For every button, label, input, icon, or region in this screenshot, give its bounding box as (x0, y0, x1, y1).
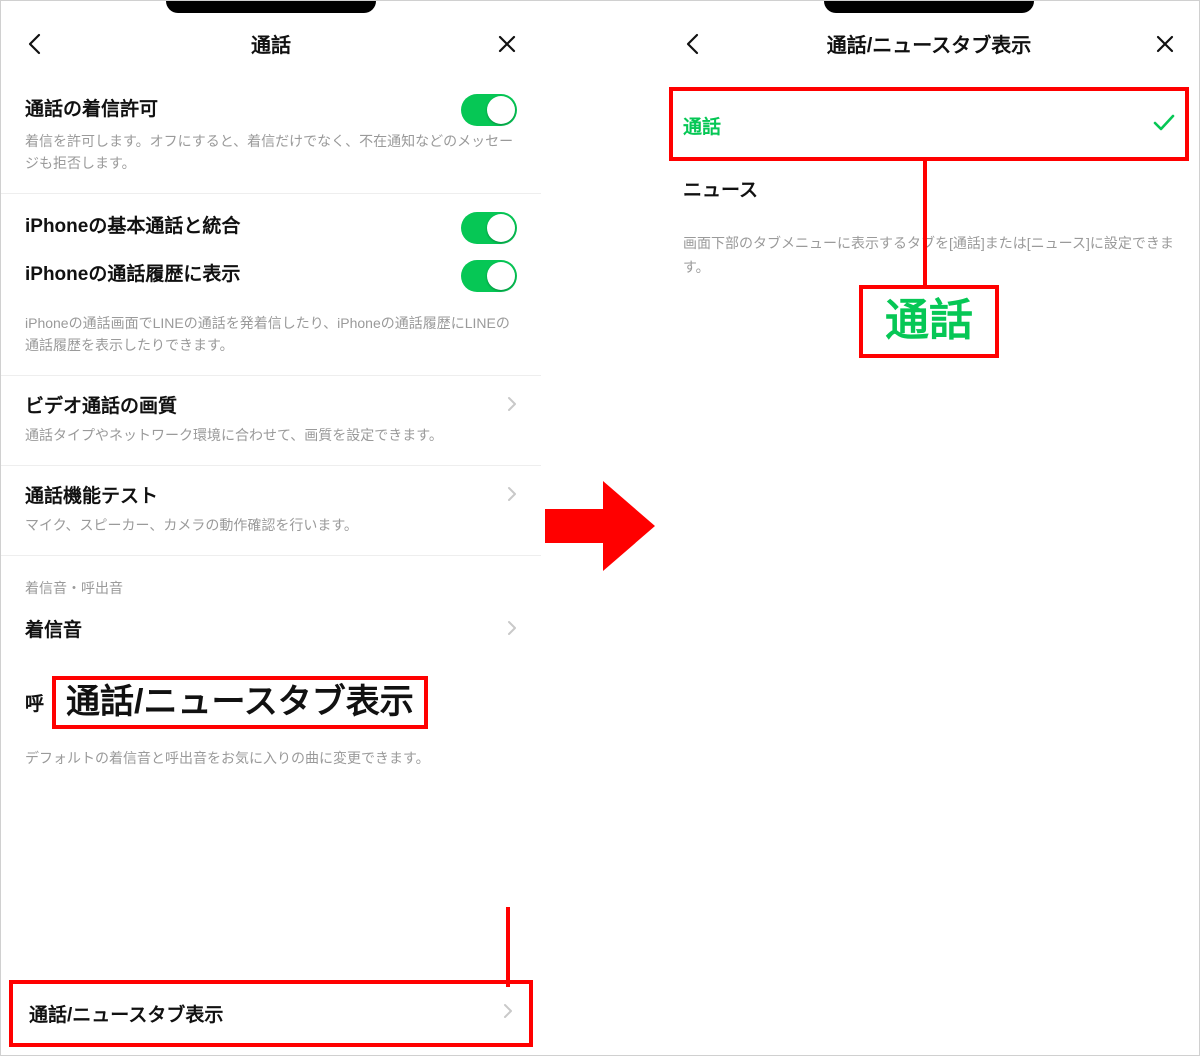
close-icon (1155, 34, 1175, 54)
notch (824, 1, 1034, 13)
section-incoming: 通話の着信許可 着信を許可します。オフにすると、着信だけでなく、不在通知などのメ… (1, 76, 541, 194)
section-test: 通話機能テスト マイク、スピーカー、カメラの動作確認を行います。 (1, 466, 541, 556)
row-history: iPhoneの通話履歴に表示 (25, 248, 517, 296)
annotation-box-label: 通話/ニュースタブ表示 (52, 676, 428, 729)
row-label: iPhoneの通話履歴に表示 (25, 262, 240, 289)
section-iphone: iPhoneの基本通話と統合 iPhoneの通話履歴に表示 iPhoneの通話画… (1, 194, 541, 376)
toggle-knob (487, 262, 515, 290)
row-subtext: デフォルトの着信音と呼出音をお気に入りの曲に変更できます。 (25, 747, 517, 839)
row-subtext: 通話タイプやネットワーク環境に合わせて、画質を設定できます。 (25, 424, 517, 464)
row-label: 通話/ニュースタブ表示 (29, 1000, 223, 1027)
chevron-right-icon (503, 1003, 513, 1024)
toggle-knob (487, 214, 515, 242)
page-title: 通話 (49, 29, 493, 58)
row-subtext: マイク、スピーカー、カメラの動作確認を行います。 (25, 514, 517, 554)
notch (166, 1, 376, 13)
status-bar (1, 1, 541, 15)
annotation-box-selected: 通話 (859, 285, 999, 358)
option-row-call[interactable]: 通話 (659, 94, 1199, 157)
section-ringtone: 着信音 (1, 600, 541, 663)
row-label: ビデオ通話の画質 (25, 394, 177, 421)
annotation-connector-line (923, 161, 927, 289)
row-call-news-tab-highlight[interactable]: 通話/ニュースタブ表示 (9, 980, 533, 1047)
close-icon (497, 34, 517, 54)
toggle-knob (487, 96, 515, 124)
chevron-left-icon (684, 33, 702, 55)
close-button[interactable] (493, 30, 521, 58)
row-integrate: iPhoneの基本通話と統合 (25, 194, 517, 248)
row-incoming-allow: 通話の着信許可 (25, 76, 517, 130)
header-bar: 通話/ニュースタブ表示 (659, 15, 1199, 76)
close-button[interactable] (1151, 30, 1179, 58)
toggle-incoming[interactable] (461, 94, 517, 126)
row-video-quality[interactable]: ビデオ通話の画質 (25, 376, 517, 425)
row-ringtone[interactable]: 着信音 (25, 600, 517, 663)
transition-arrow (541, 471, 661, 581)
row-label: 通話の着信許可 (25, 97, 158, 124)
back-button[interactable] (679, 30, 707, 58)
left-phone-screen: 通話 通話の着信許可 着信を許可します。オフにすると、着信だけでなく、不在通知な… (1, 1, 541, 1055)
row-label: 着信音 (25, 618, 82, 645)
option-row-news[interactable]: ニュース (659, 157, 1199, 220)
section-video: ビデオ通話の画質 通話タイプやネットワーク環境に合わせて、画質を設定できます。 (1, 376, 541, 466)
row-label: 通話機能テスト (25, 484, 158, 511)
option-label: 通話 (683, 112, 721, 139)
toggle-history[interactable] (461, 260, 517, 292)
check-icon (1153, 114, 1175, 138)
status-bar (659, 1, 1199, 15)
screenshot-container: 通話 通話の着信許可 着信を許可します。オフにすると、着信だけでなく、不在通知な… (0, 0, 1200, 1056)
annotation-connector-line (506, 907, 510, 987)
chevron-right-icon (507, 486, 517, 507)
option-label: ニュース (683, 175, 758, 202)
page-title: 通話/ニュースタブ表示 (707, 29, 1151, 58)
row-callout-annotated: 呼 通話/ニュースタブ表示 (1, 662, 541, 735)
row-label: iPhoneの基本通話と統合 (25, 214, 240, 241)
truncated-prefix: 呼 (25, 689, 44, 716)
chevron-left-icon (26, 33, 44, 55)
chevron-right-icon (507, 396, 517, 417)
section-footer-sub: デフォルトの着信音と呼出音をお気に入りの曲に変更できます。 (1, 735, 541, 839)
toggle-integrate[interactable] (461, 212, 517, 244)
back-button[interactable] (21, 30, 49, 58)
section-header-sound: 着信音・呼出音 (1, 556, 541, 600)
right-phone-screen: 通話/ニュースタブ表示 通話 ニュース 画面下部のタブメニューに表示するタブを[… (659, 1, 1199, 1055)
option-description: 画面下部のタブメニューに表示するタブを[通話]または[ニュース]に設定できます。 (659, 220, 1199, 280)
chevron-right-icon (507, 620, 517, 641)
row-subtext: iPhoneの通話画面でLINEの通話を発着信したり、iPhoneの通話履歴にL… (25, 296, 517, 375)
row-call-test[interactable]: 通話機能テスト (25, 466, 517, 515)
header-bar: 通話 (1, 15, 541, 76)
arrow-right-icon (541, 471, 659, 581)
row-subtext: 着信を許可します。オフにすると、着信だけでなく、不在通知などのメッセージも拒否し… (25, 130, 517, 193)
